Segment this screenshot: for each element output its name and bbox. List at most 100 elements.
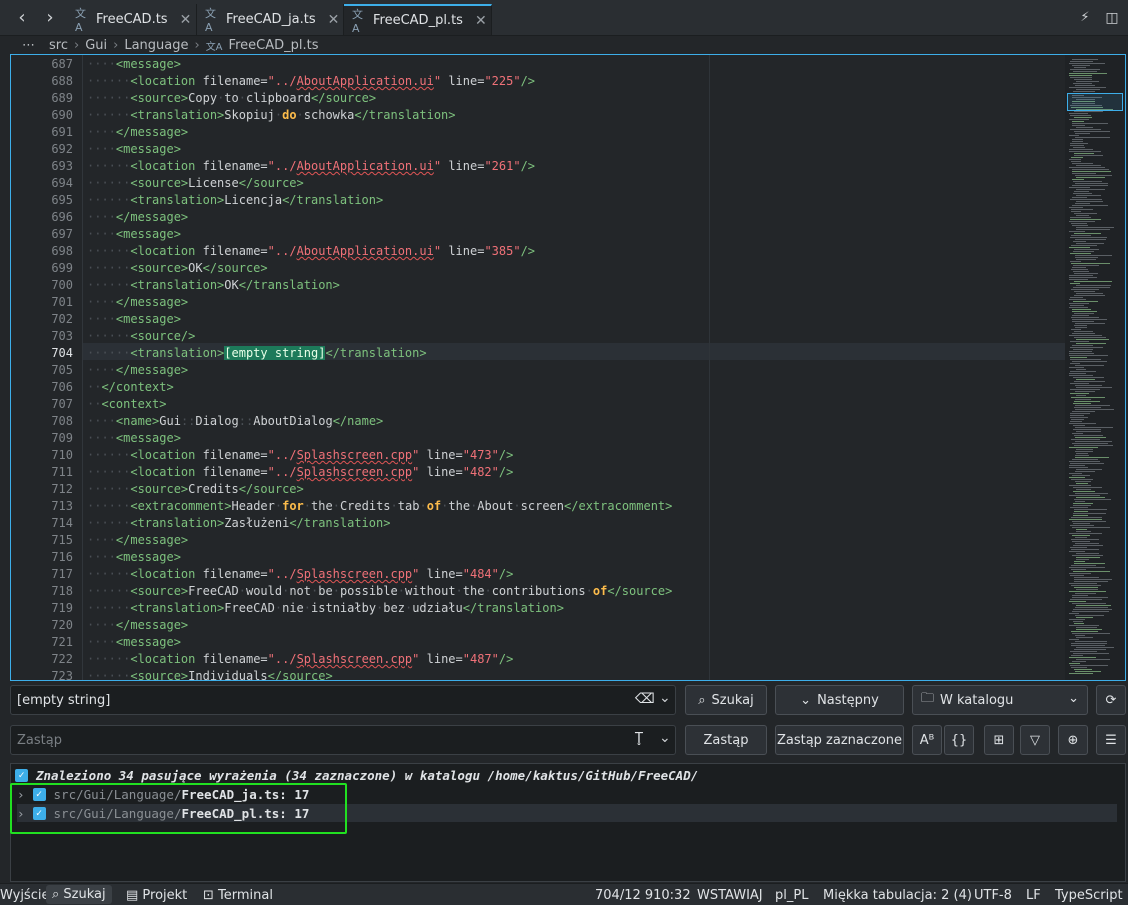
dictionary-language[interactable]: pl_PL bbox=[775, 888, 808, 903]
new-tab-icon[interactable]: ⊕ bbox=[1058, 725, 1088, 755]
code-line[interactable]: ······<location filename="../AboutApplic… bbox=[87, 73, 535, 90]
line-number: 703 bbox=[51, 329, 73, 343]
close-icon[interactable]: ✕ bbox=[475, 13, 487, 29]
output-panel-toggle[interactable]: Wyjście bbox=[0, 888, 49, 903]
breadcrumb-item[interactable]: Language bbox=[124, 38, 188, 53]
replace-input[interactable]: Zastąp T̥ ⌄ bbox=[10, 725, 676, 755]
clear-icon[interactable]: ⌫ bbox=[635, 691, 655, 707]
line-number: 700 bbox=[51, 278, 73, 292]
code-line[interactable]: ····<message> bbox=[87, 634, 181, 651]
minimap-line bbox=[1075, 593, 1096, 594]
code-line[interactable]: ··<context> bbox=[87, 396, 166, 413]
code-line[interactable]: ······<location filename="../Splashscree… bbox=[87, 651, 513, 668]
code-line[interactable]: ······<source>OK</source> bbox=[87, 260, 268, 277]
code-line[interactable]: ······<translation>OK</translation> bbox=[87, 277, 340, 294]
code-line[interactable]: ······<source>Individuals</source> bbox=[87, 668, 333, 680]
minimap[interactable] bbox=[1065, 55, 1125, 680]
code-line[interactable]: ······<source/> bbox=[87, 328, 195, 345]
replace-selected-button[interactable]: Zastąp zaznaczone bbox=[775, 725, 904, 755]
cursor-position[interactable]: 704/12 910:32 bbox=[595, 888, 691, 903]
encoding[interactable]: UTF-8 bbox=[974, 888, 1012, 903]
tab-freecad-ts[interactable]: 文A FreeCAD.ts ✕ bbox=[67, 4, 197, 35]
code-line[interactable]: ······<source>License</source> bbox=[87, 175, 304, 192]
results-summary[interactable]: ✓ Znaleziono 34 pasujące wyrażenia (34 z… bbox=[15, 766, 698, 784]
settings-icon[interactable]: ☰ bbox=[1096, 725, 1126, 755]
placeholder-insert-icon[interactable]: T̥ bbox=[635, 731, 643, 746]
code-line[interactable]: ······<source>FreeCAD·would·not·be·possi… bbox=[87, 583, 672, 600]
project-panel-toggle[interactable]: ▤ Projekt bbox=[126, 888, 187, 903]
terminal-panel-toggle[interactable]: ⊡ Terminal bbox=[203, 888, 273, 903]
minimap-line bbox=[1074, 295, 1105, 296]
code-line[interactable]: ······<location filename="../AboutApplic… bbox=[87, 243, 535, 260]
chevron-down-icon[interactable]: ⌄ bbox=[659, 730, 671, 746]
close-icon[interactable]: ✕ bbox=[328, 12, 340, 28]
code-line[interactable]: ····<name>Gui::Dialog::AboutDialog</name… bbox=[87, 413, 383, 430]
input-mode[interactable]: WSTAWIAJ bbox=[697, 888, 763, 903]
line-number: 694 bbox=[51, 176, 73, 190]
back-arrow-icon[interactable]: ‹ bbox=[10, 6, 34, 30]
code-line[interactable]: ····</message> bbox=[87, 124, 188, 141]
code-line[interactable]: ······<source>Copy·to·clipboard</source> bbox=[87, 90, 376, 107]
code-editor[interactable]: 687 688 689 690 691 692 693 694 695 696 697 698 699 7… bbox=[10, 54, 1126, 681]
quick-open-icon[interactable]: ⚡ bbox=[1073, 6, 1097, 30]
breadcrumb-item[interactable]: FreeCAD_pl.ts bbox=[229, 38, 319, 53]
code-line[interactable]: ······<translation>Skopiuj·do·schowka</t… bbox=[87, 107, 456, 124]
search-input[interactable]: [empty string] ⌫ ⌄ bbox=[10, 685, 676, 715]
search-scope-select[interactable]: 🗀 W katalogu ⌄ bbox=[912, 685, 1088, 715]
refresh-icon[interactable]: ⟳ bbox=[1096, 685, 1126, 715]
code-line[interactable]: ····</message> bbox=[87, 617, 188, 634]
tab-freecad-ja-ts[interactable]: 文A FreeCAD_ja.ts ✕ bbox=[197, 4, 344, 35]
minimap-viewport[interactable] bbox=[1067, 93, 1123, 111]
code-line[interactable]: ······<translation>[empty string]</trans… bbox=[87, 345, 427, 362]
code-line[interactable]: ······<location filename="../Splashscree… bbox=[87, 566, 513, 583]
code-line[interactable]: ····</message> bbox=[87, 362, 188, 379]
next-button[interactable]: ⌄ Następny bbox=[775, 685, 904, 715]
match-case-icon[interactable]: Aᴮ bbox=[912, 725, 942, 755]
indentation-settings[interactable]: Miękka tabulacja: 2 (4) bbox=[823, 888, 972, 903]
line-ending[interactable]: LF bbox=[1026, 888, 1041, 903]
code-line[interactable]: ······<location filename="../Splashscree… bbox=[87, 464, 513, 481]
code-line[interactable]: ····<message> bbox=[87, 430, 181, 447]
code-line[interactable]: ······<location filename="../AboutApplic… bbox=[87, 158, 535, 175]
code-line[interactable]: ······<location filename="../Splashscree… bbox=[87, 447, 513, 464]
code-line[interactable]: ····<message> bbox=[87, 56, 181, 73]
filter-icon[interactable]: ▽ bbox=[1020, 725, 1050, 755]
replace-button[interactable]: Zastąp bbox=[685, 725, 767, 755]
search-button[interactable]: ⌕ Szukaj bbox=[685, 685, 767, 715]
code-line[interactable]: ····<message> bbox=[87, 549, 181, 566]
checkbox-checked-icon[interactable]: ✓ bbox=[15, 768, 28, 782]
code-line[interactable]: ····<message> bbox=[87, 311, 181, 328]
minimap-line bbox=[1076, 201, 1103, 202]
code-line[interactable]: ······<translation>FreeCAD·nie·istniałby… bbox=[87, 600, 564, 617]
minimap-line bbox=[1073, 571, 1110, 572]
split-view-icon[interactable]: ◫ bbox=[1100, 6, 1124, 30]
chevron-down-icon[interactable]: ⌄ bbox=[659, 690, 671, 706]
search-panel-toggle[interactable]: ⌕ Szukaj bbox=[46, 885, 112, 904]
breadcrumb-item[interactable]: src bbox=[49, 38, 68, 53]
minimap-line bbox=[1069, 467, 1088, 468]
tab-freecad-pl-ts[interactable]: 文A FreeCAD_pl.ts ✕ bbox=[344, 4, 492, 35]
line-number: 722 bbox=[51, 652, 73, 666]
regex-icon[interactable]: {} bbox=[944, 725, 974, 755]
code-line[interactable]: ····</message> bbox=[87, 209, 188, 226]
breadcrumb-item[interactable]: Gui bbox=[85, 38, 107, 53]
code-line[interactable]: ··</context> bbox=[87, 379, 174, 396]
minimap-line bbox=[1073, 349, 1093, 350]
code-line[interactable]: ······<extracomment>Header·for·the·Credi… bbox=[87, 498, 672, 515]
minimap-line bbox=[1069, 573, 1091, 574]
minimap-line bbox=[1070, 305, 1084, 306]
close-icon[interactable]: ✕ bbox=[180, 12, 192, 28]
code-line[interactable]: ····</message> bbox=[87, 294, 188, 311]
code-line[interactable]: ······<source>Credits</source> bbox=[87, 481, 304, 498]
forward-arrow-icon[interactable]: › bbox=[38, 6, 62, 30]
syntax-mode[interactable]: TypeScript bbox=[1055, 888, 1123, 903]
code-line[interactable]: ····<message> bbox=[87, 226, 181, 243]
minimap-line bbox=[1070, 665, 1108, 666]
code-line[interactable]: ······<translation>Zasłużeni</translatio… bbox=[87, 515, 390, 532]
expand-results-icon[interactable]: ⊞ bbox=[984, 725, 1014, 755]
code-line[interactable]: ····<message> bbox=[87, 141, 181, 158]
code-line[interactable]: ····</message> bbox=[87, 532, 188, 549]
minimap-line bbox=[1073, 301, 1098, 302]
code-line[interactable]: ······<translation>Licencja</translation… bbox=[87, 192, 383, 209]
breadcrumb-more-icon[interactable]: ⋯ bbox=[22, 38, 35, 53]
